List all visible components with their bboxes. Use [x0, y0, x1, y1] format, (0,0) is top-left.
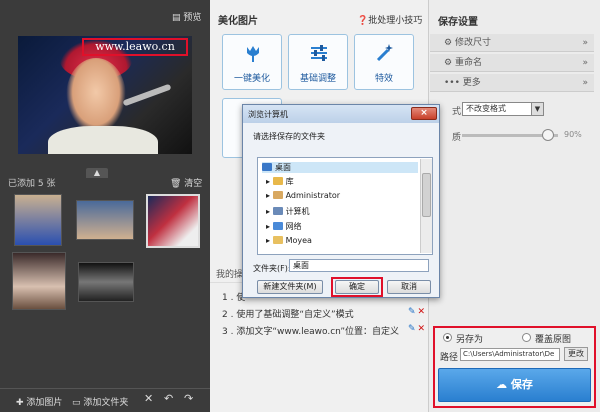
rename-section[interactable]: ⚙ 重命名»	[430, 54, 594, 72]
scrollbar-thumb[interactable]	[422, 173, 431, 217]
gear-icon: ⚙	[444, 38, 455, 48]
folder-icon	[272, 236, 283, 244]
magic-wand-icon	[375, 43, 395, 63]
library-icon	[272, 177, 283, 185]
browse-folder-dialog: 浏览计算机 × 请选择保存的文件夹 桌面 ▸ 库 ▸ Administrator…	[242, 104, 440, 298]
network-icon	[272, 222, 283, 230]
tree-item-administrator[interactable]: ▸ Administrator	[266, 191, 340, 200]
image-toolbar: ✚ 添加图片 ▭ 添加文件夹 ✕ ↶ ↷	[0, 388, 210, 412]
format-select[interactable]: 不改变格式 ▼	[462, 102, 544, 116]
tree-item-network[interactable]: ▸ 网络	[266, 221, 302, 232]
tree-item-library[interactable]: ▸ 库	[266, 176, 294, 187]
expand-icon: »	[582, 38, 588, 48]
clear-button[interactable]: 🗑 清空	[170, 176, 202, 189]
operations-label: 我的操	[216, 270, 244, 280]
undo-icon[interactable]: ↶	[164, 392, 173, 405]
effects-button[interactable]: 特效	[354, 34, 414, 90]
tree-scrollbar[interactable]	[420, 159, 432, 253]
overwrite-radio[interactable]	[522, 333, 531, 342]
help-icon: ❓	[357, 16, 369, 26]
computer-icon	[272, 207, 283, 215]
tips-link[interactable]: ❓批处理小技巧	[357, 13, 422, 26]
user-icon	[272, 191, 283, 199]
dialog-prompt: 请选择保存的文件夹	[253, 132, 325, 141]
gear-icon: ⚙	[444, 58, 455, 68]
edit-icon[interactable]: ✎	[408, 307, 416, 317]
chevron-down-icon: ▼	[531, 103, 543, 115]
delete-icon[interactable]: ✕	[418, 307, 426, 317]
operation-actions: ✎✕	[408, 324, 425, 334]
overwrite-label: 覆盖原图	[535, 335, 572, 345]
operation-actions: ✎✕	[408, 307, 425, 317]
preview-icon: ▤	[172, 13, 184, 23]
path-label: 路径	[440, 353, 459, 363]
watermark-text-overlay[interactable]: www.leawo.cn	[82, 38, 188, 56]
path-input[interactable]: C:\Users\Administrator\De	[460, 348, 560, 361]
plus-icon: ✚	[16, 398, 27, 408]
thumbnail-item[interactable]	[76, 200, 134, 240]
basic-adjust-button[interactable]: 基础调整	[288, 34, 348, 90]
delete-icon[interactable]: ✕	[418, 324, 426, 334]
thumbnail-item-selected[interactable]	[146, 194, 200, 248]
dialog-title: 浏览计算机	[248, 110, 288, 119]
change-path-button[interactable]: 更改	[564, 347, 588, 361]
tree-item-computer[interactable]: ▸ 计算机	[266, 206, 310, 217]
dots-icon: •••	[444, 78, 463, 88]
delete-icon[interactable]: ✕	[144, 392, 153, 405]
one-click-beautify-button[interactable]: 一键美化	[222, 34, 282, 90]
preview-button[interactable]: ▤ 预览	[172, 10, 201, 23]
folder-icon: ▭	[72, 398, 84, 408]
folder-input[interactable]: 桌面	[289, 259, 429, 272]
ok-button[interactable]: 确定	[335, 280, 379, 294]
collapse-toggle[interactable]: ▲	[86, 168, 108, 178]
add-folder-button[interactable]: ▭ 添加文件夹	[72, 395, 128, 408]
added-count-label: 已添加 5 张	[8, 179, 56, 189]
add-image-button[interactable]: ✚ 添加图片	[16, 395, 62, 408]
cancel-button[interactable]: 取消	[387, 280, 431, 294]
thumbnail-item[interactable]	[12, 252, 66, 310]
close-icon[interactable]: ×	[411, 107, 437, 120]
save-button[interactable]: ☁ 保存	[438, 368, 591, 402]
save-as-radio[interactable]	[443, 333, 452, 342]
operation-item: 2 . 使用了基础调整“自定义”模式	[222, 310, 354, 320]
expand-icon: »	[582, 58, 588, 68]
quality-label: 质	[452, 133, 462, 143]
thumbnail-item[interactable]	[78, 262, 134, 302]
tree-item-desktop[interactable]: 桌面	[262, 162, 418, 173]
new-folder-button[interactable]: 新建文件夹(M)	[257, 280, 323, 294]
folder-tree[interactable]: 桌面 ▸ 库 ▸ Administrator ▸ 计算机 ▸ 网络 ▸ Moye…	[257, 157, 433, 255]
resize-section[interactable]: ⚙ 修改尺寸»	[430, 34, 594, 52]
sliders-icon	[309, 43, 329, 63]
tulip-icon	[243, 43, 263, 63]
tree-item-moyea[interactable]: ▸ Moyea	[266, 236, 312, 245]
more-section[interactable]: ••• 更多»	[430, 74, 594, 92]
save-settings-header: 保存设置	[438, 17, 478, 28]
quality-value: 90%	[564, 130, 582, 139]
beautify-header: 美化图片	[218, 16, 258, 27]
redo-icon[interactable]: ↷	[184, 392, 193, 405]
cloud-upload-icon: ☁	[496, 378, 511, 391]
thumbnail-item[interactable]	[14, 194, 62, 246]
expand-icon: »	[582, 78, 588, 88]
desktop-icon	[262, 163, 272, 171]
edit-icon[interactable]: ✎	[408, 324, 416, 334]
trash-icon: 🗑	[170, 179, 185, 189]
folder-label: 文件夹(F):	[253, 264, 291, 273]
format-label: 式	[452, 107, 462, 117]
save-as-label: 另存为	[456, 335, 484, 345]
operation-item: 3 . 添加文字“www.leawo.cn”位置：自定义	[222, 327, 400, 337]
